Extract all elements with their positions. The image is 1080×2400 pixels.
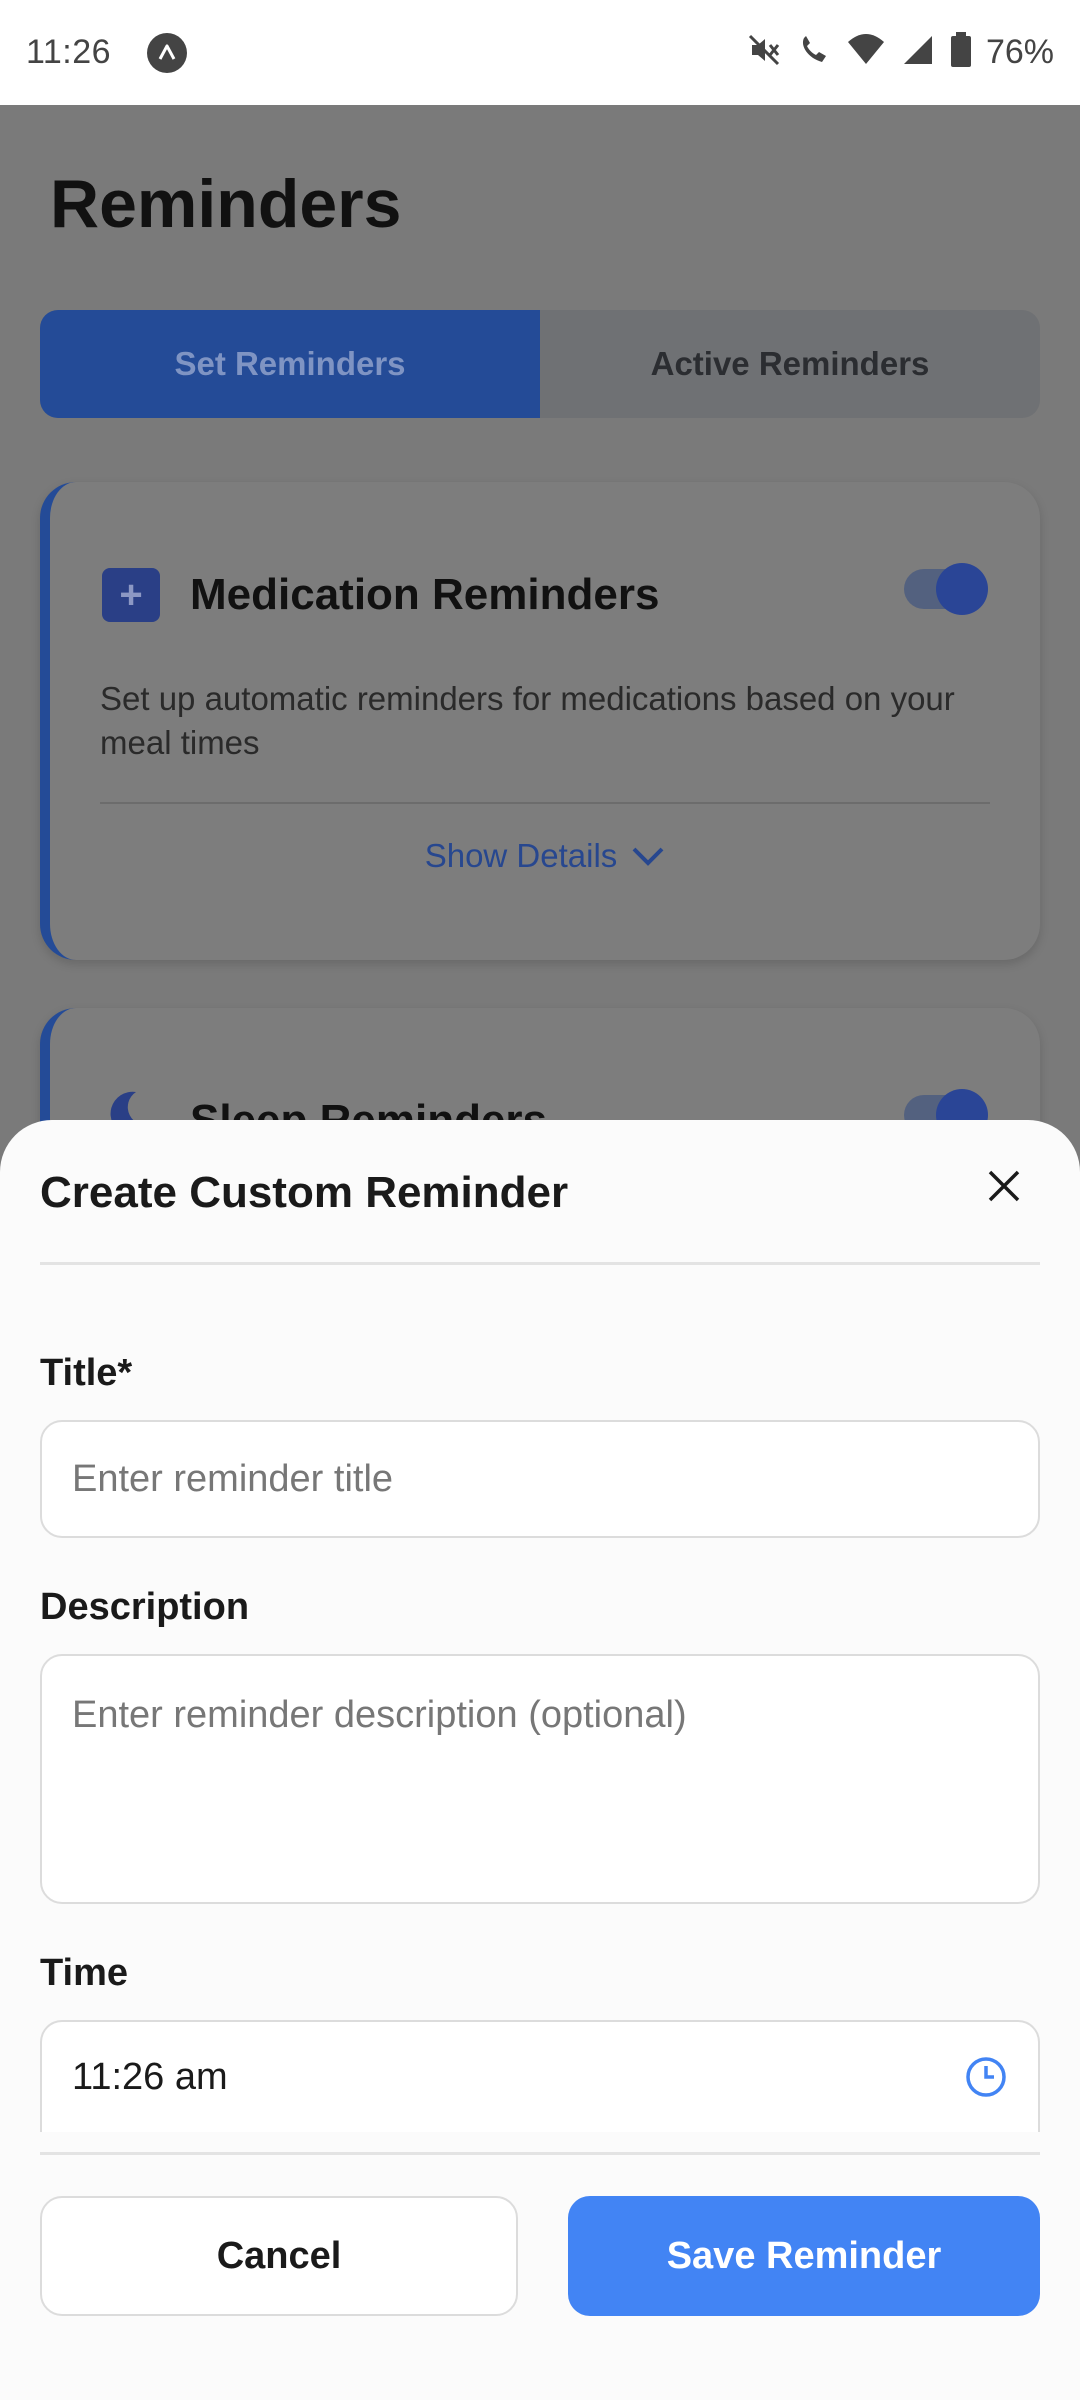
status-bar: 11:26 76% bbox=[0, 0, 1080, 105]
wifi-call-icon bbox=[796, 32, 832, 73]
wifi-icon bbox=[846, 32, 886, 73]
app-notification-icon bbox=[147, 32, 188, 73]
title-label: Title* bbox=[40, 1352, 133, 1394]
close-icon bbox=[987, 1169, 1021, 1208]
close-button[interactable] bbox=[974, 1158, 1034, 1218]
card-divider bbox=[100, 802, 990, 804]
reminder-tabs: Set Reminders Active Reminders bbox=[40, 310, 1040, 418]
medication-reminders-card: + Medication Reminders Set up automatic … bbox=[40, 482, 1040, 960]
time-label: Time bbox=[40, 1952, 129, 1994]
medical-kit-icon: + bbox=[102, 568, 160, 622]
cancel-button[interactable]: Cancel bbox=[40, 2196, 518, 2316]
sheet-footer-divider bbox=[40, 2152, 1040, 2155]
create-reminder-sheet: Create Custom Reminder Title* Descriptio… bbox=[0, 1120, 1080, 2400]
description-input[interactable] bbox=[40, 1654, 1040, 1904]
signal-icon bbox=[900, 32, 936, 73]
show-details-label: Show Details bbox=[424, 837, 618, 874]
medication-reminders-toggle[interactable] bbox=[904, 563, 988, 615]
sheet-header-divider bbox=[40, 1262, 1040, 1265]
tab-active-reminders[interactable]: Active Reminders bbox=[540, 310, 1040, 418]
time-value: 11:26 am bbox=[72, 2055, 228, 2098]
save-reminder-button[interactable]: Save Reminder bbox=[568, 2196, 1040, 2316]
battery-level: 76% bbox=[985, 33, 1054, 71]
status-time: 11:26 bbox=[26, 33, 112, 71]
page-title: Reminders bbox=[50, 166, 402, 242]
time-picker-field[interactable]: 11:26 am bbox=[40, 2020, 1040, 2132]
show-details-button[interactable]: Show Details bbox=[50, 837, 1040, 875]
clock-icon bbox=[964, 2055, 1008, 2099]
chevron-down-icon bbox=[631, 837, 665, 875]
title-input[interactable] bbox=[40, 1420, 1040, 1538]
card-description: Set up automatic reminders for medicatio… bbox=[100, 680, 955, 761]
description-label: Description bbox=[40, 1586, 250, 1628]
battery-icon bbox=[950, 32, 972, 73]
sheet-title: Create Custom Reminder bbox=[40, 1168, 569, 1217]
card-title: Medication Reminders bbox=[190, 570, 660, 619]
mute-icon bbox=[746, 32, 782, 73]
tab-set-reminders[interactable]: Set Reminders bbox=[40, 310, 540, 418]
